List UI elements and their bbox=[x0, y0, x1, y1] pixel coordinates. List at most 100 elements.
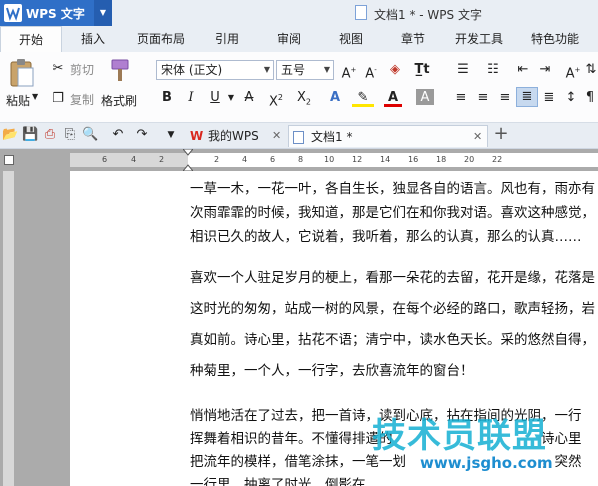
align-right-icon[interactable]: ≡ bbox=[496, 89, 514, 107]
decrease-indent-icon[interactable]: ⇤ bbox=[514, 61, 532, 79]
ruler-number: 4 bbox=[242, 155, 248, 164]
font-family-select[interactable]: 宋体 (正文) ▼ bbox=[156, 60, 274, 80]
tab-page-layout[interactable]: 页面布局 bbox=[130, 26, 192, 52]
document-line: 喜欢一个人驻足岁月的梗上，看那一朵花的去留，花开是缘，花落是 bbox=[190, 270, 595, 286]
save-icon[interactable]: 💾 bbox=[22, 126, 38, 144]
app-name: WPS 文字 bbox=[26, 7, 85, 21]
justify-icon[interactable]: ≣ bbox=[516, 87, 538, 107]
grow-font-icon[interactable]: A+ bbox=[340, 61, 358, 83]
tab-features[interactable]: 特色功能 bbox=[520, 26, 590, 52]
ruler-number: 2 bbox=[159, 155, 165, 164]
cut-button[interactable]: 剪切 bbox=[70, 61, 94, 78]
close-icon[interactable]: ✕ bbox=[473, 126, 482, 148]
document-icon bbox=[355, 5, 367, 20]
horizontal-ruler: 6 4 2 2 4 6 8 10 12 14 16 18 20 22 bbox=[0, 149, 598, 171]
paste-button[interactable]: 粘贴 bbox=[6, 92, 30, 109]
cut-icon[interactable]: ✂ bbox=[50, 60, 66, 78]
underline-icon[interactable]: U bbox=[206, 89, 224, 107]
superscript-icon[interactable]: X2 bbox=[266, 89, 286, 111]
title-bar: WPS 文字 ▼ 文档1 * - WPS 文字 bbox=[0, 0, 598, 26]
strikethrough-icon[interactable]: A bbox=[240, 89, 258, 107]
tab-review[interactable]: 审阅 bbox=[262, 26, 316, 52]
font-color-icon[interactable]: A bbox=[384, 89, 402, 107]
tab-label: 文档1 * bbox=[311, 130, 353, 144]
ruler-number: 22 bbox=[492, 155, 503, 164]
paste-dropdown-icon[interactable]: ▼ bbox=[32, 92, 38, 101]
window-title: 文档1 * - WPS 文字 bbox=[374, 8, 482, 22]
align-left-icon[interactable]: ≡ bbox=[452, 89, 470, 107]
document-line: 相识已久的故人，它说着，我听着，那么的认真，那么的认真…… bbox=[190, 229, 582, 245]
vertical-ruler-strip bbox=[3, 171, 14, 486]
wps-logo-icon bbox=[4, 4, 22, 22]
document-line: 种菊里，一个人，一行字，去欣喜流年的窗台！ bbox=[190, 363, 474, 379]
document-line: 这时光的匆匆，站成一树的风景，在每个必经的路口，歌声轻扬，岩 bbox=[190, 301, 595, 317]
ruler-number: 12 bbox=[352, 155, 363, 164]
text-direction-icon[interactable]: A+ bbox=[562, 61, 584, 83]
italic-icon[interactable]: I bbox=[182, 89, 200, 107]
tab-label: 我的WPS bbox=[208, 129, 259, 143]
redo-icon[interactable]: ↷ bbox=[134, 126, 150, 144]
tab-my-wps[interactable]: W 我的WPS ✕ bbox=[188, 125, 286, 147]
close-icon[interactable]: ✕ bbox=[272, 125, 281, 147]
open-icon[interactable]: 📂 bbox=[2, 126, 18, 144]
ruler-number: 20 bbox=[464, 155, 475, 164]
format-painter-icon[interactable] bbox=[108, 58, 132, 84]
paragraph-marks-icon[interactable]: ¶ bbox=[582, 89, 598, 107]
character-shading-icon[interactable]: A bbox=[416, 89, 434, 105]
ruler-margin-left bbox=[70, 153, 188, 167]
document-line: 真如前。诗心里，拈花不语；清宁中，读水色天长。采的悠然自得， bbox=[190, 332, 595, 348]
indent-marker-icon[interactable] bbox=[183, 149, 193, 171]
underline-dropdown-icon[interactable]: ▼ bbox=[226, 89, 236, 107]
ruler-number: 2 bbox=[214, 155, 220, 164]
bullet-list-icon[interactable]: ☰ bbox=[452, 61, 474, 79]
ruler-number: 16 bbox=[408, 155, 419, 164]
tab-developer[interactable]: 开发工具 bbox=[448, 26, 510, 52]
site-watermark: 技术员联盟 www.jsgho.com bbox=[372, 408, 598, 486]
format-painter-button[interactable]: 格式刷 bbox=[101, 92, 137, 109]
document-line: 次雨霏霏的时候，我知道，那是它们在和你我对语。喜欢这种感觉， bbox=[190, 205, 595, 221]
wps-brand-icon: W bbox=[190, 129, 204, 143]
wps-app-menu-button[interactable]: WPS 文字 ▼ bbox=[0, 0, 112, 26]
text-effect-icon[interactable]: A bbox=[326, 89, 344, 107]
copy-button[interactable]: 复制 bbox=[70, 91, 94, 108]
ruler-number: 14 bbox=[380, 155, 391, 164]
tab-selector-icon[interactable] bbox=[4, 155, 14, 165]
print-icon[interactable]: ⎘ bbox=[62, 126, 78, 144]
ruler-number: 10 bbox=[324, 155, 335, 164]
font-size-value: 五号 bbox=[281, 63, 306, 77]
tab-references[interactable]: 引用 bbox=[200, 26, 254, 52]
app-menu-dropdown-icon[interactable]: ▼ bbox=[94, 0, 112, 26]
shrink-font-icon[interactable]: A- bbox=[362, 61, 380, 83]
new-tab-icon[interactable]: + bbox=[492, 125, 510, 143]
tab-insert[interactable]: 插入 bbox=[66, 26, 120, 52]
tab-view[interactable]: 视图 bbox=[324, 26, 378, 52]
document-line: 一草一木，一花一叶，各自生长，独显各自的语言。风也有，雨亦有 bbox=[190, 181, 595, 197]
ruler-number: 8 bbox=[298, 155, 304, 164]
bold-icon[interactable]: B bbox=[158, 89, 176, 107]
chevron-down-icon: ▼ bbox=[263, 65, 270, 74]
quick-access-toolbar: 📂 💾 ⎙ ⎘ 🔍 ↶ ↷ ▼ W 我的WPS ✕ 文档1 * ✕ + bbox=[0, 123, 598, 149]
highlight-icon[interactable]: ✎ bbox=[352, 89, 374, 107]
chevron-down-icon: ▼ bbox=[323, 65, 330, 74]
sort-icon[interactable]: ⇅ bbox=[584, 61, 598, 79]
numbered-list-icon[interactable]: ☷ bbox=[482, 61, 504, 79]
paste-icon[interactable] bbox=[8, 58, 36, 88]
undo-icon[interactable]: ↶ bbox=[110, 126, 126, 144]
align-center-icon[interactable]: ≡ bbox=[474, 89, 492, 107]
tab-document1[interactable]: 文档1 * ✕ bbox=[288, 125, 488, 147]
copy-icon[interactable]: ❐ bbox=[50, 90, 66, 108]
customize-toolbar-icon[interactable]: ▼ bbox=[164, 126, 178, 144]
export-pdf-icon[interactable]: ⎙ bbox=[42, 126, 58, 144]
line-spacing-icon[interactable]: ↕ bbox=[562, 89, 580, 107]
tab-section[interactable]: 章节 bbox=[386, 26, 440, 52]
tab-home[interactable]: 开始 bbox=[0, 26, 62, 52]
distributed-align-icon[interactable]: ≣ bbox=[540, 89, 558, 107]
clear-format-icon[interactable]: ◈ bbox=[386, 61, 404, 79]
print-preview-icon[interactable]: 🔍 bbox=[82, 126, 98, 144]
phonetic-guide-icon[interactable]: T̲t bbox=[410, 61, 434, 79]
vertical-ruler bbox=[0, 171, 16, 486]
increase-indent-icon[interactable]: ⇥ bbox=[536, 61, 554, 79]
watermark-text: 技术员联盟 bbox=[372, 416, 547, 456]
font-size-select[interactable]: 五号 ▼ bbox=[276, 60, 334, 80]
subscript-icon[interactable]: X2 bbox=[294, 89, 314, 112]
